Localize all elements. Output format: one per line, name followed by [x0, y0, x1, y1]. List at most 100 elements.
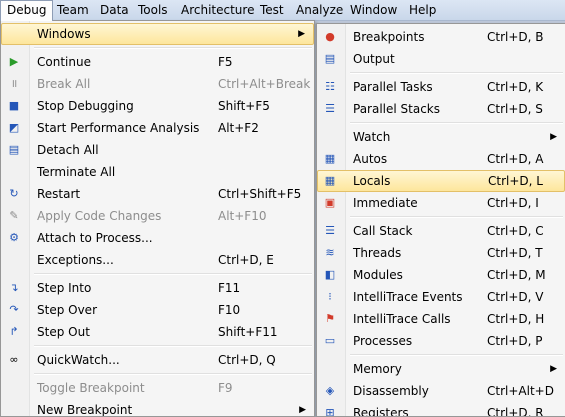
menu-item-label: IntelliTrace Events	[353, 290, 463, 304]
menu-item-call-stack[interactable]: ☰ Call Stack Ctrl+D, C	[317, 220, 565, 242]
menu-item-label: Disassembly	[353, 384, 429, 398]
menu-item-label: Watch	[353, 130, 391, 144]
menu-separator	[350, 216, 563, 218]
menu-item-quickwatch[interactable]: ∞ QuickWatch... Ctrl+D, Q	[1, 349, 314, 371]
submenu-arrow-icon: ▶	[299, 405, 306, 415]
menu-item-shortcut: Ctrl+D, K	[487, 80, 544, 94]
menu-item-start-performance-analysis[interactable]: ◩ Start Performance Analysis Alt+F2	[1, 117, 314, 139]
submenu-arrow-icon: ▶	[550, 132, 557, 142]
menu-item-windows[interactable]: Windows ▶	[1, 23, 314, 45]
menu-item-continue[interactable]: ▶ Continue F5	[1, 51, 314, 73]
menu-item-label: Breakpoints	[353, 30, 425, 44]
menu-item-label: Immediate	[353, 196, 418, 210]
menu-item-label: Parallel Tasks	[353, 80, 433, 94]
menu-item-memory[interactable]: Memory ▶	[317, 358, 565, 380]
menu-item-step-out[interactable]: ↱ Step Out Shift+F11	[1, 321, 314, 343]
parallel-tasks-icon: ☷	[325, 80, 335, 93]
menu-item-break-all[interactable]: ॥ Break All Ctrl+Alt+Break	[1, 73, 314, 95]
menu-separator	[350, 354, 563, 356]
menu-item-shortcut: Ctrl+D, M	[487, 268, 546, 282]
menubar-help[interactable]: Help	[403, 0, 442, 20]
menu-item-shortcut: Ctrl+D, V	[487, 290, 544, 304]
menu-item-exceptions[interactable]: Exceptions... Ctrl+D, E	[1, 249, 314, 271]
menu-item-shortcut: Ctrl+D, E	[218, 253, 274, 267]
menu-item-shortcut: Ctrl+D, A	[487, 152, 544, 166]
menu-item-intellitrace-calls[interactable]: ⚑ IntelliTrace Calls Ctrl+D, H	[317, 308, 565, 330]
menu-item-label: Start Performance Analysis	[37, 121, 200, 135]
menu-item-shortcut: Alt+F10	[218, 209, 267, 223]
menu-item-label: Modules	[353, 268, 403, 282]
step-over-icon: ↷	[9, 303, 19, 316]
menu-item-shortcut: Ctrl+Shift+F5	[218, 187, 302, 201]
menu-item-label: Step Into	[37, 281, 92, 295]
attach-icon: ⚙	[9, 231, 19, 244]
processes-icon: ▭	[324, 334, 336, 347]
menu-item-shortcut: Ctrl+Alt+Break	[218, 77, 311, 91]
menu-item-parallel-stacks[interactable]: ☰ Parallel Stacks Ctrl+D, S	[317, 98, 565, 120]
play-icon: ▶	[9, 55, 19, 68]
step-out-icon: ↱	[9, 325, 19, 338]
menu-item-label: Step Out	[37, 325, 90, 339]
menu-item-shortcut: F10	[218, 303, 241, 317]
stop-icon: ■	[8, 99, 20, 112]
menu-item-label: Attach to Process...	[37, 231, 153, 245]
menu-separator	[34, 373, 312, 375]
menu-item-parallel-tasks[interactable]: ☷ Parallel Tasks Ctrl+D, K	[317, 76, 565, 98]
menubar-debug[interactable]: Debug	[0, 0, 54, 21]
menu-item-detach-all[interactable]: ▤ Detach All	[1, 139, 314, 161]
menu-item-step-over[interactable]: ↷ Step Over F10	[1, 299, 314, 321]
menu-item-disassembly[interactable]: ◈ Disassembly Ctrl+Alt+D	[317, 380, 565, 402]
menu-item-label: Terminate All	[37, 165, 116, 179]
menubar-window[interactable]: Window	[344, 0, 403, 20]
menu-item-processes[interactable]: ▭ Processes Ctrl+D, P	[317, 330, 565, 352]
menu-item-threads[interactable]: ≋ Threads Ctrl+D, T	[317, 242, 565, 264]
menu-item-toggle-breakpoint[interactable]: Toggle Breakpoint F9	[1, 377, 314, 399]
apply-changes-icon: ✎	[9, 209, 19, 222]
intellitrace-calls-icon: ⚑	[325, 312, 335, 325]
menu-separator	[34, 273, 312, 275]
menu-item-label: Processes	[353, 334, 413, 348]
menubar-architecture[interactable]: Architecture	[175, 0, 260, 20]
modules-icon: ◧	[324, 268, 336, 281]
menubar-analyze[interactable]: Analyze	[290, 0, 349, 20]
menu-item-intellitrace-events[interactable]: ⁝ IntelliTrace Events Ctrl+D, V	[317, 286, 565, 308]
menubar-test[interactable]: Test	[254, 0, 290, 20]
menu-item-new-breakpoint[interactable]: New Breakpoint ▶	[1, 399, 314, 416]
menu-item-output[interactable]: ▤ Output	[317, 48, 565, 70]
parallel-stacks-icon: ☰	[325, 102, 335, 115]
menu-item-apply-code-changes[interactable]: ✎ Apply Code Changes Alt+F10	[1, 205, 314, 227]
menu-item-label: Restart	[37, 187, 81, 201]
menu-item-autos[interactable]: ▦ Autos Ctrl+D, A	[317, 148, 565, 170]
menu-item-shortcut: Ctrl+D, Q	[218, 353, 276, 367]
registers-icon: ⊞	[325, 406, 335, 417]
menu-item-label: Step Over	[37, 303, 97, 317]
menu-item-label: Continue	[37, 55, 91, 69]
output-icon: ▤	[324, 52, 336, 65]
step-into-icon: ↴	[9, 281, 19, 294]
pause-icon: ॥	[10, 77, 18, 90]
menu-item-locals[interactable]: ▦ Locals Ctrl+D, L	[317, 170, 565, 192]
menu-item-label: Detach All	[37, 143, 99, 157]
menu-item-modules[interactable]: ◧ Modules Ctrl+D, M	[317, 264, 565, 286]
menu-item-stop-debugging[interactable]: ■ Stop Debugging Shift+F5	[1, 95, 314, 117]
menu-item-label: Autos	[353, 152, 388, 166]
menubar-tools[interactable]: Tools	[132, 0, 174, 20]
menubar-data[interactable]: Data	[94, 0, 135, 20]
menu-item-terminate-all[interactable]: Terminate All	[1, 161, 314, 183]
menu-item-label: Call Stack	[353, 224, 413, 238]
menu-item-step-into[interactable]: ↴ Step Into F11	[1, 277, 314, 299]
menu-item-label: Windows	[37, 27, 91, 41]
menu-item-restart[interactable]: ↻ Restart Ctrl+Shift+F5	[1, 183, 314, 205]
menubar-team[interactable]: Team	[51, 0, 95, 20]
menu-item-label: Toggle Breakpoint	[37, 381, 145, 395]
menu-item-breakpoints[interactable]: ● Breakpoints Ctrl+D, B	[317, 26, 565, 48]
menu-item-attach-to-process[interactable]: ⚙ Attach to Process...	[1, 227, 314, 249]
submenu-arrow-icon: ▶	[298, 29, 305, 39]
menu-item-label: Exceptions...	[37, 253, 114, 267]
menu-item-immediate[interactable]: ▣ Immediate Ctrl+D, I	[317, 192, 565, 214]
menu-item-watch[interactable]: Watch ▶	[317, 126, 565, 148]
menu-bar: Debug Team Data Tools Architecture Test Analyz…	[0, 0, 565, 21]
menu-item-shortcut: Ctrl+D, T	[487, 246, 543, 260]
menu-item-shortcut: Ctrl+D, P	[487, 334, 543, 348]
call-stack-icon: ☰	[325, 224, 335, 237]
